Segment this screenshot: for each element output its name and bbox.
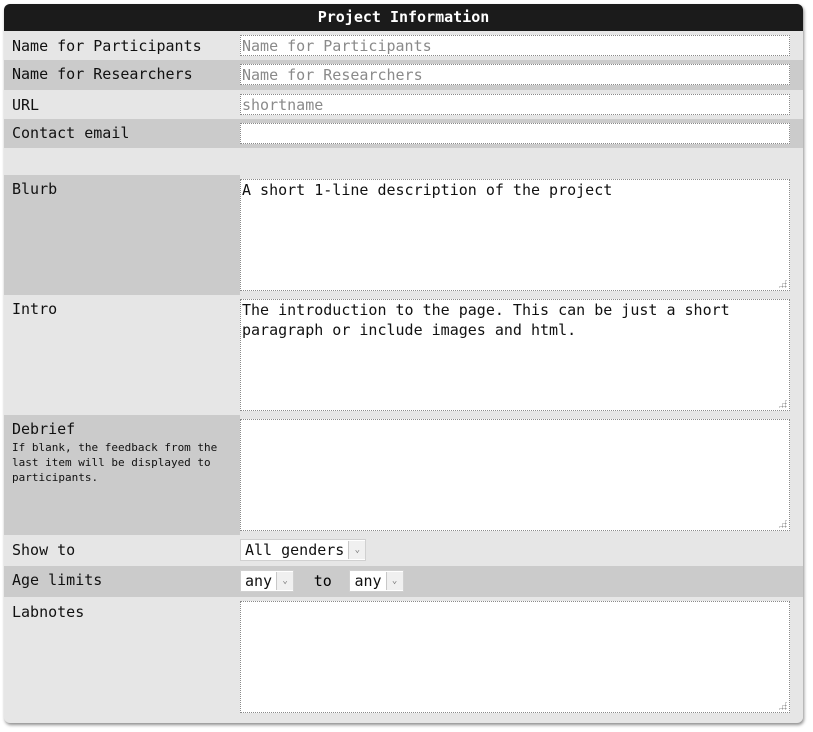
row-contact-email: Contact email bbox=[4, 119, 803, 148]
debrief-note: If blank, the feedback from the last ite… bbox=[12, 441, 218, 484]
label-age-limits: Age limits bbox=[12, 571, 103, 589]
label-blurb: Blurb bbox=[12, 180, 58, 198]
chevron-down-icon[interactable]: ⌄ bbox=[276, 572, 294, 590]
name-researchers-input[interactable] bbox=[240, 64, 790, 85]
show-to-select[interactable]: All genders ⌄ bbox=[240, 539, 367, 561]
label-name-researchers: Name for Researchers bbox=[12, 65, 193, 83]
blurb-textarea[interactable]: A short 1-line description of the projec… bbox=[240, 179, 790, 291]
row-labnotes: Labnotes bbox=[4, 597, 803, 719]
intro-textarea[interactable]: The introduction to the page. This can b… bbox=[240, 299, 790, 411]
row-show-to: Show to All genders ⌄ bbox=[4, 535, 803, 566]
row-age-limits: Age limits any ⌄ to any ⌄ bbox=[4, 566, 803, 597]
row-intro: Intro The introduction to the page. This… bbox=[4, 295, 803, 415]
label-show-to: Show to bbox=[12, 541, 76, 559]
label-contact-email: Contact email bbox=[12, 124, 130, 142]
url-input[interactable] bbox=[240, 94, 790, 115]
age-max-select[interactable]: any ⌄ bbox=[349, 570, 404, 592]
label-url: URL bbox=[12, 96, 40, 114]
name-participants-input[interactable] bbox=[240, 35, 790, 56]
row-name-researchers: Name for Researchers bbox=[4, 60, 803, 90]
chevron-down-icon[interactable]: ⌄ bbox=[385, 572, 403, 590]
panel-title: Project Information bbox=[4, 4, 803, 31]
debrief-label-block: Debrief If blank, the feedback from the … bbox=[4, 415, 240, 535]
row-spacer bbox=[4, 148, 803, 175]
age-max-selected: any bbox=[354, 572, 382, 590]
contact-email-input[interactable] bbox=[240, 123, 790, 144]
label-name-participants: Name for Participants bbox=[12, 37, 202, 55]
label-debrief: Debrief bbox=[12, 420, 76, 438]
row-name-participants: Name for Participants bbox=[4, 31, 803, 60]
row-url: URL bbox=[4, 90, 803, 119]
age-separator: to bbox=[313, 572, 332, 590]
row-debrief: Debrief If blank, the feedback from the … bbox=[4, 415, 803, 535]
labnotes-textarea[interactable] bbox=[240, 601, 790, 713]
age-min-select[interactable]: any ⌄ bbox=[240, 570, 295, 592]
row-blurb: Blurb A short 1-line description of the … bbox=[4, 175, 803, 295]
show-to-selected: All genders bbox=[245, 541, 345, 559]
chevron-down-icon[interactable]: ⌄ bbox=[348, 541, 366, 559]
age-min-selected: any bbox=[245, 572, 273, 590]
project-information-panel: Project Information Name for Participant… bbox=[4, 4, 803, 723]
label-intro: Intro bbox=[12, 300, 58, 318]
label-labnotes: Labnotes bbox=[12, 603, 85, 621]
debrief-textarea[interactable] bbox=[240, 419, 790, 531]
